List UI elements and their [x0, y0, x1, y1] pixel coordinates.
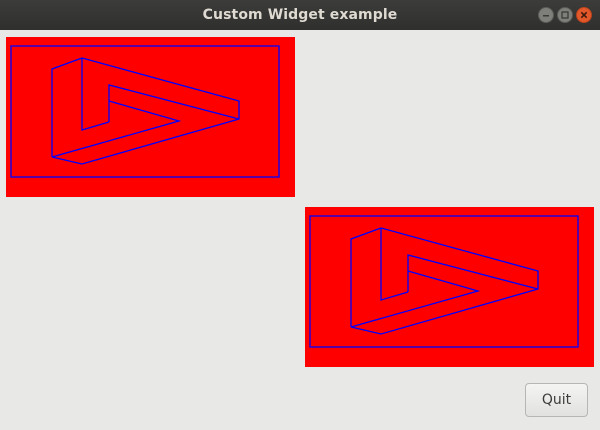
window-title: Custom Widget example	[202, 7, 398, 23]
titlebar[interactable]: Custom Widget example	[0, 0, 600, 30]
minimize-button[interactable]	[538, 7, 554, 23]
close-icon	[580, 11, 588, 19]
custom-widget-1	[6, 37, 295, 197]
application-window: Custom Widget example Quit	[0, 0, 600, 430]
triangle-edge	[51, 100, 182, 158]
triangle-edge	[350, 270, 481, 328]
triangle-edge	[81, 58, 110, 131]
quit-button[interactable]: Quit	[525, 383, 588, 417]
triangle-edge	[51, 57, 83, 157]
triangle-edge	[350, 227, 382, 327]
impossible-triangle-drawing	[309, 215, 579, 348]
maximize-button[interactable]	[557, 7, 573, 23]
triangle-edge	[108, 84, 240, 122]
minimize-icon	[543, 15, 549, 17]
custom-widget-2	[305, 207, 594, 367]
impossible-triangle-drawing	[10, 45, 280, 178]
triangle-edge	[380, 228, 409, 301]
close-button[interactable]	[576, 7, 592, 23]
triangle-edge	[407, 254, 539, 292]
maximize-icon	[561, 11, 569, 19]
window-controls	[538, 7, 592, 23]
